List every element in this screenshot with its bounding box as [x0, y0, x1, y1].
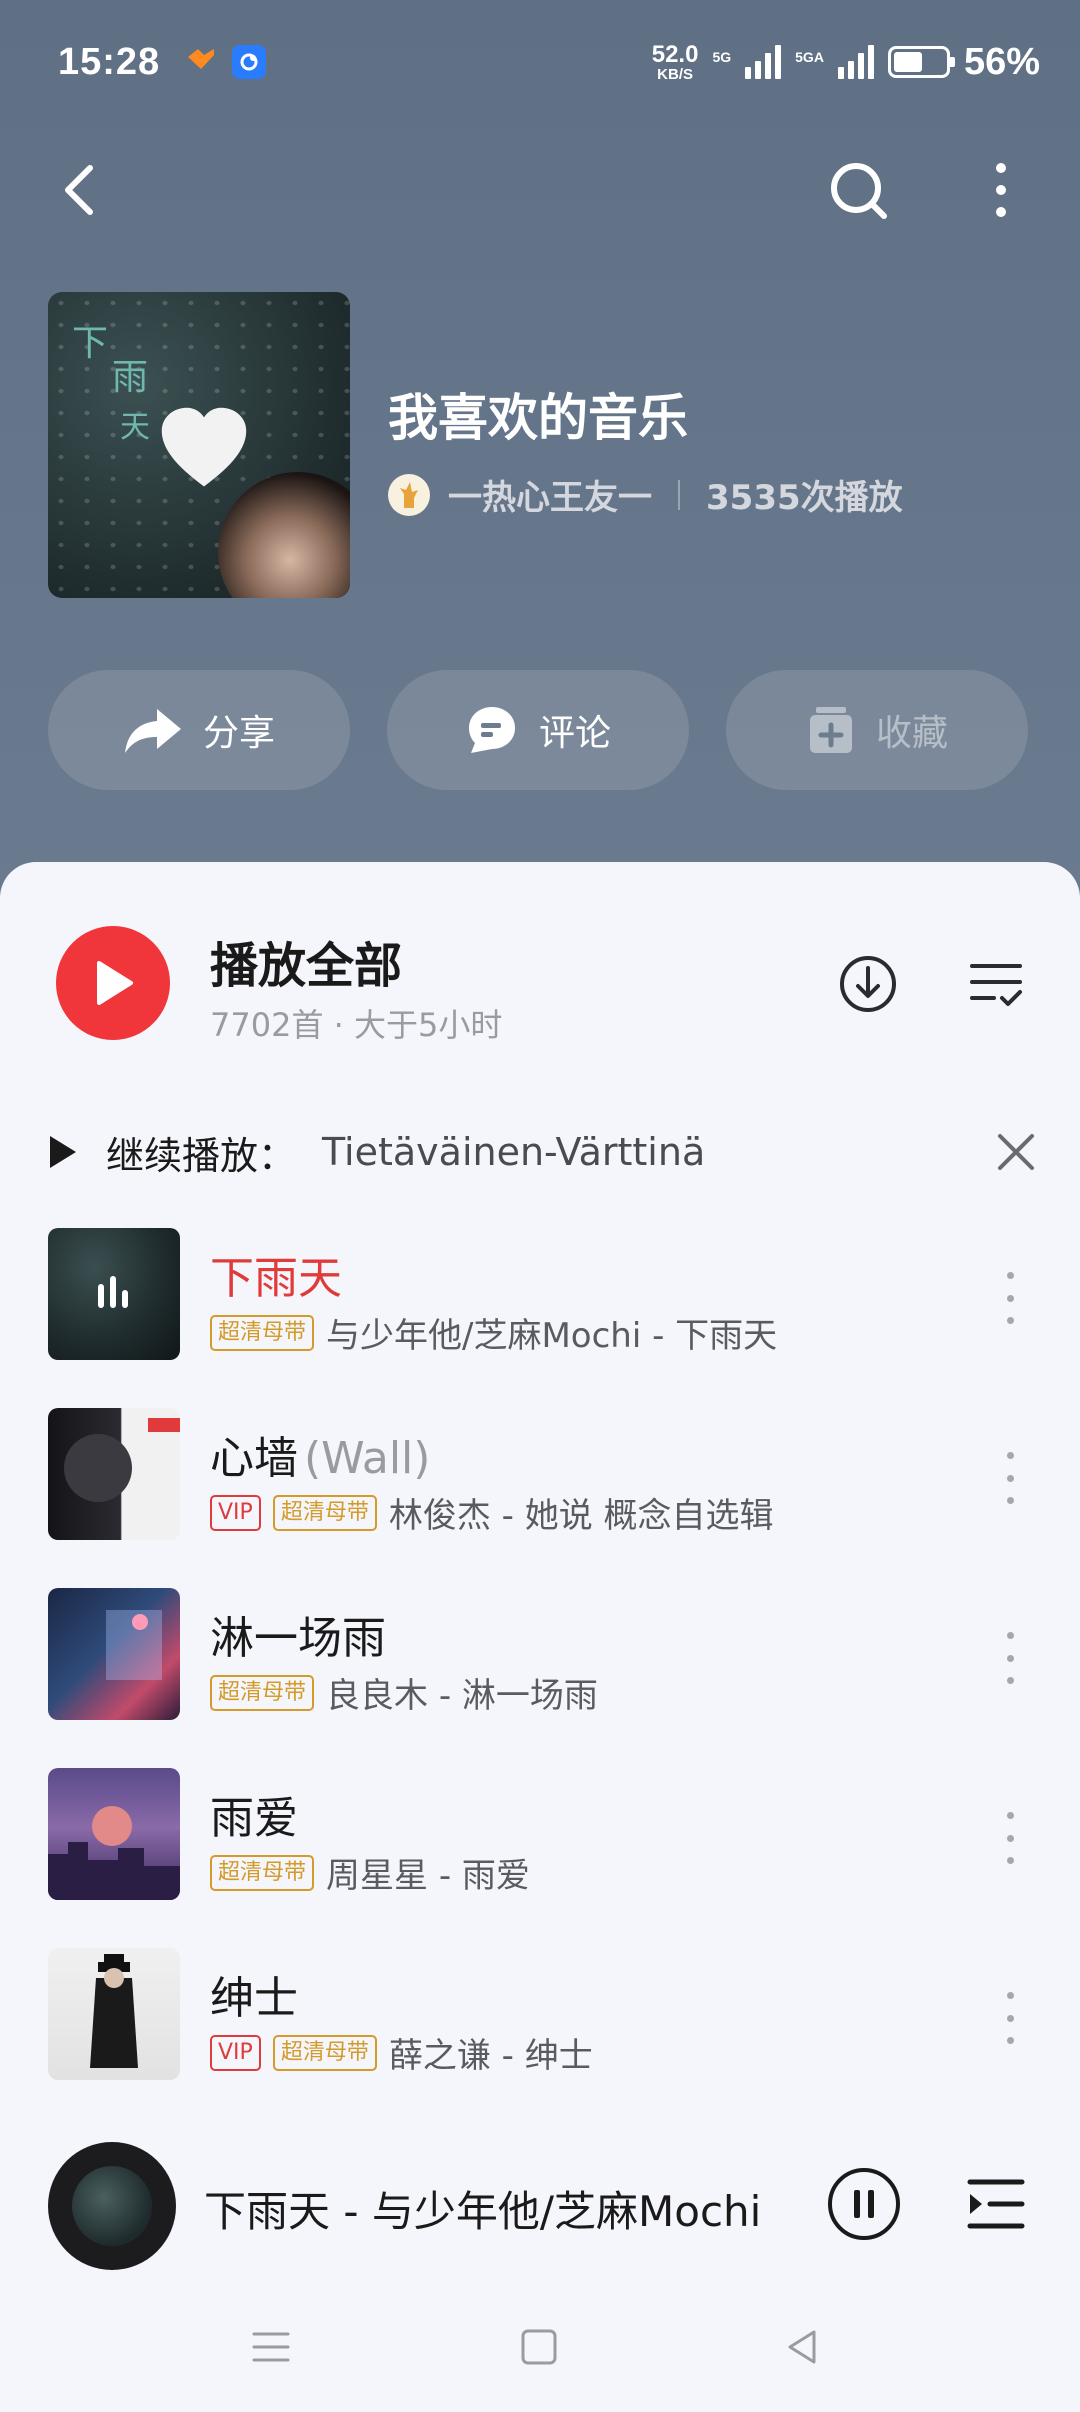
collect-button[interactable]: 收藏 [726, 670, 1028, 790]
comment-icon [468, 707, 515, 753]
play-count: 3535次播放 [706, 478, 903, 518]
search-button[interactable] [824, 150, 894, 230]
song-info: VIP 超清母带 薛之谦 - 绅士 [210, 2028, 593, 2077]
app-notification-icon [184, 45, 218, 79]
song-list-sheet: 播放全部 7702首 · 大于5小时 继续播放： Tietäväinen-Vär… [0, 862, 1080, 2162]
download-icon [840, 956, 896, 1012]
play-icon [97, 961, 133, 1005]
close-icon[interactable] [994, 1130, 1038, 1174]
add-collection-icon [809, 707, 852, 753]
song-info: VIP 超清母带 林俊杰 - 她说 概念自选辑 [210, 1488, 774, 1537]
song-cover [48, 1408, 180, 1540]
playlist-actions: 分享 评论 收藏 [48, 670, 1028, 790]
play-all-subtitle: 7702首 · 大于5小时 [210, 1006, 503, 1044]
status-bar: 15:28 52.0 KB/S 5G 5GA 56% [58, 30, 1040, 94]
playlist-cover[interactable]: 下 雨 天 [48, 292, 350, 598]
playlist-meta: 一热心王友一 3535次播放 [388, 470, 903, 519]
hq-badge: 超清母带 [210, 1674, 315, 1711]
song-more-button[interactable] [990, 1988, 1030, 2048]
comment-button[interactable]: 评论 [387, 670, 689, 790]
more-button[interactable] [976, 150, 1026, 230]
song-row[interactable]: 绅士 VIP 超清母带 薛之谦 - 绅士 [0, 1948, 1080, 2128]
resume-playback-bar[interactable]: 继续播放： Tietäväinen-Värttinä [48, 1112, 1038, 1192]
battery-icon [887, 46, 955, 78]
system-navigation-bar [0, 2282, 1080, 2412]
play-all-button[interactable] [56, 926, 170, 1040]
signal-icon [745, 45, 782, 79]
playlist-title: 我喜欢的音乐 [388, 389, 688, 447]
share-icon [124, 709, 181, 753]
song-cover [48, 1768, 180, 1900]
song-row[interactable]: 心墙 (Wall) VIP 超清母带 林俊杰 - 她说 概念自选辑 [0, 1408, 1080, 1588]
hq-badge: 超清母带 [210, 1314, 315, 1351]
song-row[interactable]: 雨爱 超清母带 周星星 - 雨爱 [0, 1768, 1080, 1948]
resume-label: 继续播放： [106, 1133, 297, 1178]
song-row[interactable]: 下雨天 超清母带 与少年他/芝麻Mochi - 下雨天 [0, 1228, 1080, 1408]
download-button[interactable] [838, 954, 898, 1014]
hq-badge: 超清母带 [210, 1854, 315, 1891]
song-info: 超清母带 与少年他/芝麻Mochi - 下雨天 [210, 1308, 777, 1357]
song-title: 淋一场雨 [210, 1613, 386, 1664]
share-button[interactable]: 分享 [48, 670, 350, 790]
network-type-2: 5GA [795, 48, 824, 65]
home-icon[interactable] [516, 2324, 562, 2370]
play-small-icon [50, 1136, 76, 1168]
signal-icon-2 [837, 45, 874, 79]
more-vertical-icon [996, 163, 1006, 217]
hq-badge: 超清母带 [272, 2034, 377, 2071]
mini-player[interactable]: 下雨天 - 与少年他/芝麻Mochi [0, 2132, 1080, 2282]
back-triangle-icon[interactable] [780, 2324, 826, 2370]
heart-icon [161, 407, 247, 487]
list-check-icon [970, 964, 1022, 1006]
song-title: 绅士 [210, 1973, 298, 2024]
owner-name[interactable]: 一热心王友一 [448, 470, 652, 519]
song-more-button[interactable] [990, 1628, 1030, 1688]
menu-icon[interactable] [248, 2324, 294, 2370]
song-row[interactable]: 淋一场雨 超清母带 良良木 - 淋一场雨 [0, 1588, 1080, 1768]
song-title: 心墙 (Wall) [210, 1433, 431, 1484]
owner-avatar[interactable] [388, 473, 430, 516]
battery-percent: 56% [963, 40, 1040, 83]
multi-select-button[interactable] [966, 956, 1026, 1012]
song-info: 超清母带 周星星 - 雨爱 [210, 1848, 530, 1897]
back-button[interactable] [52, 150, 112, 230]
status-time: 15:28 [58, 40, 161, 83]
song-cover [48, 1588, 180, 1720]
song-more-button[interactable] [990, 1268, 1030, 1328]
play-all-title[interactable]: 播放全部 [210, 926, 402, 996]
pause-icon [828, 2168, 900, 2240]
network-speed: 52.0 KB/S [651, 40, 699, 83]
hq-badge: 超清母带 [272, 1494, 377, 1531]
network-type-1: 5G [712, 48, 732, 65]
song-list: 下雨天 超清母带 与少年他/芝麻Mochi - 下雨天 心墙 (Wall) VIP… [0, 1228, 1080, 2128]
playlist-header: 15:28 52.0 KB/S 5G 5GA 56% 下 雨 天 我喜欢的音乐 … [0, 0, 1080, 900]
pause-button[interactable] [826, 2166, 902, 2242]
vip-badge: VIP [210, 2034, 261, 2071]
resume-track: Tietäväinen-Värttinä [322, 1130, 706, 1174]
song-title: 下雨天 [210, 1253, 342, 1304]
mini-player-track[interactable]: 下雨天 - 与少年他/芝麻Mochi [204, 2178, 761, 2239]
song-more-button[interactable] [990, 1808, 1030, 1868]
search-icon [831, 163, 887, 219]
song-more-button[interactable] [990, 1448, 1030, 1508]
playlist-queue-button[interactable] [966, 2174, 1026, 2234]
back-arrow-icon [65, 165, 93, 215]
vip-badge: VIP [210, 1494, 261, 1531]
song-info: 超清母带 良良木 - 淋一场雨 [210, 1668, 598, 1717]
mini-player-disc[interactable] [48, 2142, 176, 2270]
playing-equalizer-icon [98, 1276, 128, 1308]
queue-icon [967, 2179, 1025, 2229]
app-notification-icon-2 [232, 45, 267, 79]
song-cover [48, 1948, 180, 2080]
song-cover [48, 1228, 180, 1360]
song-title: 雨爱 [210, 1793, 298, 1844]
